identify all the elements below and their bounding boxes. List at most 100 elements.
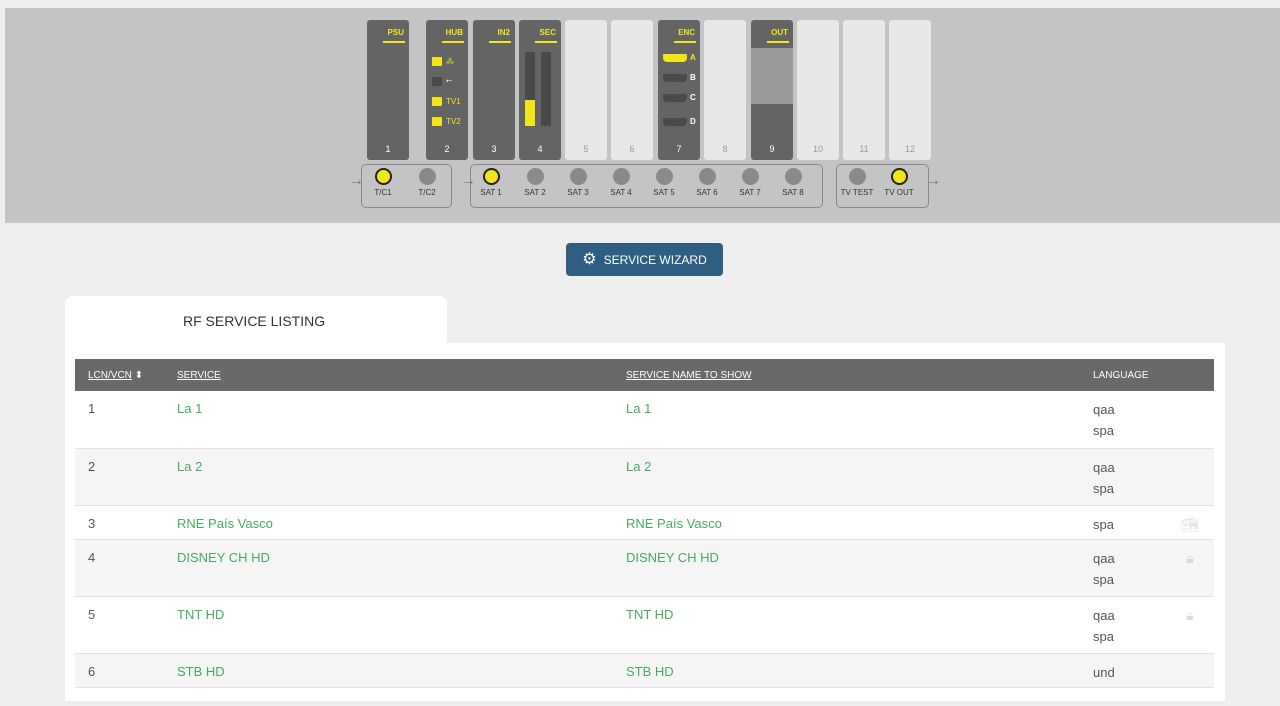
- slot-1[interactable]: PSU 1: [367, 20, 409, 160]
- service-name-header[interactable]: SERVICE NAME TO SHOW: [613, 359, 1083, 391]
- sec-level-bar: [541, 52, 551, 126]
- lcn-header[interactable]: LCN/VCN ⬍: [75, 359, 164, 391]
- service-name-cell[interactable]: La 2: [613, 448, 1083, 506]
- connector-tv-out[interactable]: TV OUT: [877, 168, 921, 197]
- connector-tv-test[interactable]: TV TEST: [835, 168, 879, 197]
- connector-label: SAT 4: [610, 188, 632, 197]
- service-wizard-button[interactable]: ⚙ SERVICE WIZARD: [566, 243, 723, 276]
- gear-icon: ⚙: [582, 250, 597, 268]
- language-list: spa: [1093, 514, 1166, 535]
- service-header[interactable]: SERVICE: [164, 359, 613, 391]
- service-cell[interactable]: La 1: [164, 391, 613, 449]
- service-cell[interactable]: RNE País Vasco: [164, 505, 613, 540]
- connector-sat-8[interactable]: SAT 8: [771, 168, 815, 197]
- hdmi-port-icon: [663, 94, 687, 102]
- out-level-indicator: [751, 48, 793, 104]
- language-code: und: [1093, 664, 1115, 680]
- ethernet-port-icon: [432, 56, 442, 66]
- connector-status-icon: [526, 168, 544, 185]
- connector-status-icon: [848, 168, 866, 185]
- service-name-cell[interactable]: RNE País Vasco: [613, 505, 1083, 540]
- sort-icon[interactable]: ⬍: [135, 370, 143, 381]
- table-row[interactable]: 1 La 1 La 1 qaa spa: [75, 391, 1214, 449]
- table-row[interactable]: 5 TNT HD TNT HD qaa spa 🔒︎: [75, 596, 1214, 654]
- hdmi-output-label: B: [690, 73, 696, 82]
- slot-number: 11: [859, 144, 869, 154]
- slot-7[interactable]: ENC 7 A B C D: [658, 20, 700, 160]
- connector-sat-3[interactable]: SAT 3: [556, 168, 600, 197]
- sec-level-fill: [525, 100, 535, 126]
- language-cell: qaa spa: [1083, 448, 1166, 506]
- connector-status-icon: [655, 168, 673, 185]
- language-code: spa: [1093, 480, 1114, 496]
- connector-label: T/C1: [374, 188, 392, 197]
- hdmi-output-label: A: [690, 53, 696, 62]
- service-cell[interactable]: La 2: [164, 448, 613, 506]
- lcn-cell: 4: [75, 539, 164, 597]
- slot-label: HUB: [445, 28, 463, 37]
- connector-sat-5[interactable]: SAT 5: [642, 168, 686, 197]
- slot-number: 5: [583, 144, 589, 154]
- slot-8[interactable]: 8: [704, 20, 746, 160]
- language-cell: spa: [1083, 505, 1166, 540]
- service-cell[interactable]: DISNEY CH HD: [164, 539, 613, 597]
- connector-sat-2[interactable]: SAT 2: [513, 168, 557, 197]
- slot-number: 9: [769, 144, 775, 154]
- slot-9[interactable]: OUT 9: [751, 20, 793, 160]
- slot-2[interactable]: HUB 2 ⁂ ⭠ TV1 TV2: [426, 20, 468, 160]
- table-row[interactable]: 2 La 2 La 2 qaa spa: [75, 448, 1214, 506]
- service-name-cell[interactable]: STB HD: [613, 653, 1083, 688]
- lcn-cell: 3: [75, 505, 164, 540]
- language-code: spa: [1093, 628, 1114, 644]
- ethernet-port-icon: [432, 116, 442, 126]
- slot-4[interactable]: SEC 4: [519, 20, 561, 160]
- service-name-cell[interactable]: La 1: [613, 391, 1083, 449]
- connector-sat-6[interactable]: SAT 6: [685, 168, 729, 197]
- table-row[interactable]: 3 RNE País Vasco RNE País Vasco spa 📻︎: [75, 505, 1214, 540]
- service-cell[interactable]: TNT HD: [164, 596, 613, 654]
- table-row[interactable]: 4 DISNEY CH HD DISNEY CH HD qaa spa 🔒︎: [75, 539, 1214, 597]
- hdmi-port-icon: [663, 74, 687, 82]
- slot-label-underline: [674, 41, 696, 43]
- service-name-cell[interactable]: DISNEY CH HD: [613, 539, 1083, 597]
- icon-header: [1166, 359, 1214, 391]
- tab-rf-service-listing[interactable]: RF SERVICE LISTING: [65, 296, 447, 344]
- connector-t-c1[interactable]: T/C1: [361, 168, 405, 197]
- usb-port-icon: [432, 76, 442, 86]
- slot-6[interactable]: 6: [611, 20, 653, 160]
- language-list: qaa spa: [1093, 399, 1166, 441]
- connector-sat-1[interactable]: SAT 1: [469, 168, 513, 197]
- slot-3[interactable]: IN2 3: [473, 20, 515, 160]
- table-row[interactable]: 6 STB HD STB HD und: [75, 653, 1214, 688]
- connector-sat-4[interactable]: SAT 4: [599, 168, 643, 197]
- connector-label: SAT 7: [739, 188, 761, 197]
- lcn-cell: 2: [75, 448, 164, 506]
- tab-label: RF SERVICE LISTING: [183, 313, 326, 329]
- language-cell: qaa spa: [1083, 391, 1166, 449]
- language-code: qaa: [1093, 607, 1115, 623]
- table-body: 1 La 1 La 1 qaa spa 2 La 2 La 2 qaa spa 3 RNE País …: [75, 391, 1214, 688]
- service-sort-link[interactable]: SERVICE: [177, 370, 221, 381]
- language-code: qaa: [1093, 550, 1115, 566]
- lcn-cell: 6: [75, 653, 164, 688]
- language-list: qaa spa: [1093, 548, 1166, 590]
- connector-t-c2[interactable]: T/C2: [405, 168, 449, 197]
- lock-icon: 🔒︎: [1186, 606, 1194, 623]
- slot-10[interactable]: 10: [797, 20, 839, 160]
- service-cell[interactable]: STB HD: [164, 653, 613, 688]
- language-cell: und: [1083, 653, 1166, 688]
- slot-5[interactable]: 5: [565, 20, 607, 160]
- lcn-sort-link[interactable]: LCN/VCN: [88, 370, 132, 381]
- connector-status-icon: [784, 168, 802, 185]
- radio-icon: 📻︎: [1181, 515, 1199, 532]
- connector-sat-7[interactable]: SAT 7: [728, 168, 772, 197]
- slot-12[interactable]: 12: [889, 20, 931, 160]
- service-name-sort-link[interactable]: SERVICE NAME TO SHOW: [626, 370, 752, 381]
- icon-cell: 🔒︎: [1166, 539, 1214, 597]
- language-list: und: [1093, 662, 1166, 683]
- language-code: qaa: [1093, 402, 1115, 417]
- slot-11[interactable]: 11: [843, 20, 885, 160]
- service-name-cell[interactable]: TNT HD: [613, 596, 1083, 654]
- hdmi-port-icon: [663, 118, 687, 126]
- slot-number: 2: [444, 144, 450, 154]
